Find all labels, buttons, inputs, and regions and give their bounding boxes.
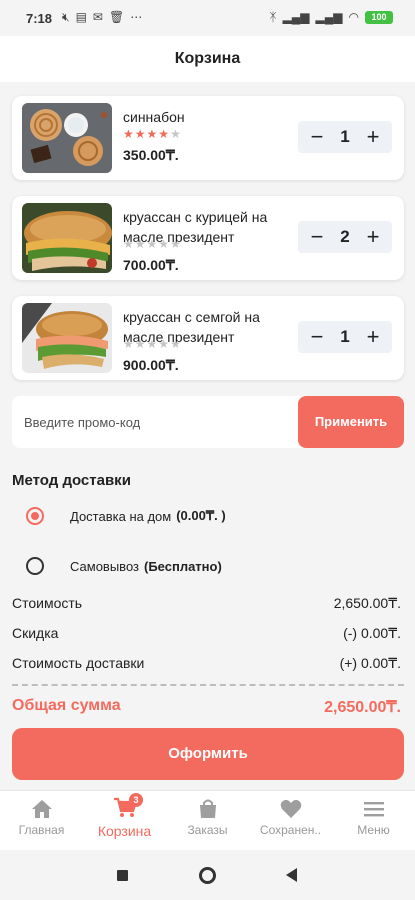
delivery-option-price: (Бесплатно)	[144, 558, 222, 574]
star-icon: ★	[134, 237, 147, 251]
home-button-icon[interactable]	[199, 867, 216, 884]
radio-button[interactable]	[26, 557, 44, 575]
star-icon: ★	[146, 127, 159, 141]
heart-icon	[280, 799, 301, 818]
decrease-button[interactable]: −	[308, 221, 326, 253]
summary-value: (+) 0.00₸.	[339, 655, 401, 671]
promo-code-input[interactable]	[12, 396, 299, 448]
star-icon: ★	[170, 237, 182, 251]
nav-label: Сохранен..	[259, 823, 322, 837]
back-icon[interactable]	[286, 868, 297, 882]
system-navigation-bar	[0, 850, 415, 900]
summary-value: 2,650.00₸.	[333, 595, 401, 611]
cart-item[interactable]: круассан с курицей на масле президент ★★…	[12, 196, 404, 280]
status-bar: 7:18 🔇︎ ▤ ✉ 🗑︎ ⋯ ᛡ ▂▄▆ ▂▄▆ ◠ 100	[0, 0, 415, 36]
star-icon: ★	[134, 127, 147, 141]
delivery-option-pickup[interactable]: Самовывоз (Бесплатно)	[26, 557, 222, 575]
product-image	[22, 303, 112, 373]
product-price: 350.00₸.	[123, 147, 179, 163]
increase-button[interactable]: +	[364, 121, 382, 153]
radio-button-selected[interactable]	[26, 507, 44, 525]
more-icon: ⋯	[130, 10, 143, 24]
star-icon: ★	[158, 237, 171, 251]
summary-label: Скидка	[12, 625, 59, 641]
mute-icon: 🔇︎	[62, 10, 70, 24]
nav-item-cart[interactable]: 3 Корзина	[83, 793, 166, 839]
status-notification-icons: 🔇︎ ▤ ✉ 🗑︎ ⋯	[62, 10, 142, 25]
star-icon: ★	[134, 337, 147, 351]
recent-apps-icon[interactable]	[117, 870, 128, 881]
delivery-option-home[interactable]: Доставка на дом (0.00₸. )	[26, 507, 226, 525]
battery-icon: 100	[365, 10, 393, 24]
quantity-value: 1	[340, 127, 350, 146]
nav-label: Корзина	[97, 823, 152, 839]
checkout-button[interactable]: Оформить	[12, 728, 404, 780]
delivery-method-title: Метод доставки	[12, 472, 131, 489]
star-icon: ★	[123, 127, 135, 141]
nav-item-menu[interactable]: Меню	[332, 799, 415, 837]
delivery-option-price: (0.00₸. )	[176, 508, 226, 523]
decrease-button[interactable]: −	[308, 121, 326, 153]
cart-count-badge: 3	[129, 793, 143, 807]
delivery-option-label: Самовывоз	[70, 558, 139, 574]
quantity-stepper: − 1 +	[298, 321, 392, 353]
product-rating: ★★★★★	[123, 337, 182, 351]
home-icon	[31, 800, 52, 818]
star-icon: ★	[158, 127, 171, 141]
total-value: 2,650.00₸.	[324, 699, 401, 716]
star-icon: ★	[123, 337, 135, 351]
product-price: 700.00₸.	[123, 257, 179, 273]
signal-icon: ▂▄▆	[315, 10, 343, 24]
product-image	[22, 103, 112, 173]
nav-item-orders[interactable]: Заказы	[166, 799, 249, 837]
cart-item[interactable]: синнабон ★★★★★ 350.00₸. − 1 +	[12, 96, 404, 180]
summary-label: Стоимость	[12, 595, 83, 611]
decrease-button[interactable]: −	[308, 321, 326, 353]
increase-button[interactable]: +	[364, 321, 382, 353]
product-rating: ★★★★★	[123, 237, 182, 251]
wifi-icon: ◠	[348, 10, 359, 24]
nav-label: Главная	[18, 823, 65, 837]
star-icon: ★	[158, 337, 171, 351]
trash-icon: 🗑︎	[108, 10, 125, 24]
nav-label: Заказы	[187, 823, 228, 837]
quantity-stepper: − 1 +	[298, 121, 392, 153]
page-title: Корзина	[174, 50, 241, 67]
star-icon: ★	[170, 127, 182, 141]
summary-label: Стоимость доставки	[12, 655, 145, 671]
product-rating: ★★★★★	[123, 127, 182, 141]
increase-button[interactable]: +	[364, 221, 382, 253]
cart-item[interactable]: круассан с семгой на масле президент ★★★…	[12, 296, 404, 380]
message-icon: ▤	[75, 10, 87, 24]
status-time: 7:18	[26, 11, 53, 26]
bluetooth-icon: ᛡ	[269, 10, 277, 24]
nav-item-saved[interactable]: Сохранен..	[249, 799, 332, 837]
signal-icon: ▂▄▆	[282, 10, 310, 24]
star-icon: ★	[170, 337, 182, 351]
star-icon: ★	[123, 237, 135, 251]
app-header: Корзина	[0, 36, 415, 82]
nav-item-home[interactable]: Главная	[0, 799, 83, 837]
product-price: 900.00₸.	[123, 357, 179, 373]
product-image	[22, 203, 112, 273]
bag-icon	[199, 799, 216, 818]
mail-icon: ✉	[92, 10, 103, 24]
quantity-value: 1	[340, 327, 350, 346]
total-label: Общая сумма	[12, 697, 121, 714]
promo-code-bar: Применить	[12, 396, 404, 448]
delivery-option-label: Доставка на дом	[70, 508, 172, 524]
summary-divider	[12, 684, 404, 686]
summary-value: (-) 0.00₸.	[343, 625, 401, 641]
star-icon: ★	[146, 337, 159, 351]
bottom-navigation: Главная 3 Корзина Заказы Сохранен.. Меню	[0, 790, 415, 850]
apply-promo-button[interactable]: Применить	[298, 396, 404, 448]
product-name: синнабон	[123, 109, 185, 125]
star-icon: ★	[146, 237, 159, 251]
nav-label: Меню	[357, 823, 390, 837]
quantity-value: 2	[340, 227, 350, 246]
quantity-stepper: − 2 +	[298, 221, 392, 253]
status-system-icons: ᛡ ▂▄▆ ▂▄▆ ◠ 100	[269, 10, 393, 24]
menu-icon	[363, 802, 384, 817]
